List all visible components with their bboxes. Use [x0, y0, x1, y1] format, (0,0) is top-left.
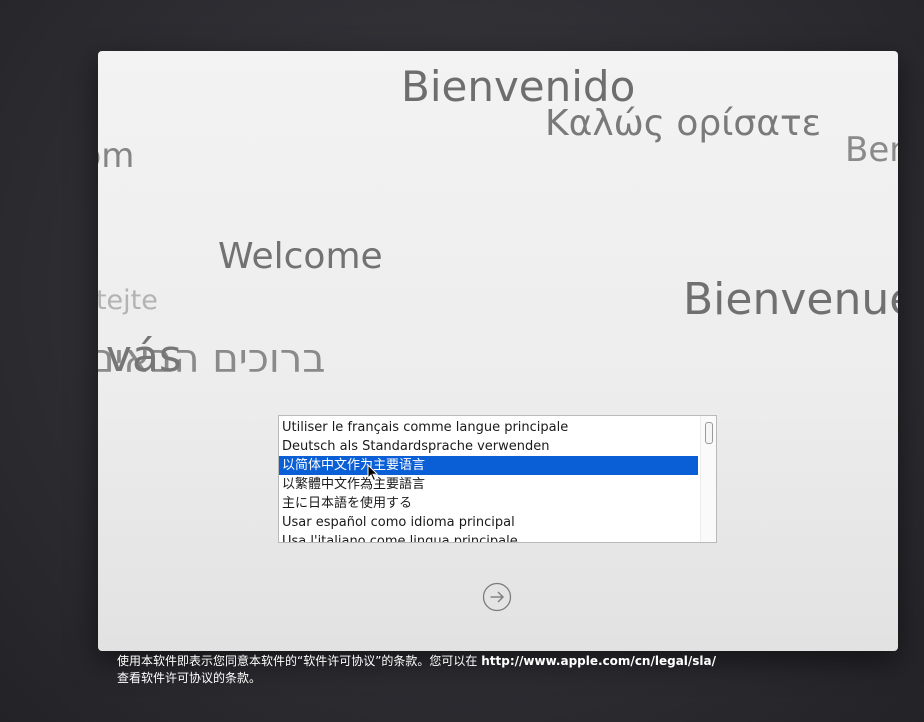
greeting-greek: Καλώς ορίσατε	[545, 103, 822, 144]
arrow-right-circle-icon	[482, 582, 512, 612]
license-url-link[interactable]: http://www.apple.com/cn/legal/sla/	[481, 654, 716, 668]
greeting-czech: Vítejte	[98, 285, 158, 316]
language-item-traditional-chinese[interactable]: 以繁體中文作為主要語言	[279, 475, 698, 494]
next-arrow-button[interactable]	[482, 582, 512, 612]
language-item-simplified-chinese[interactable]: 以简体中文作为主要语言	[279, 456, 698, 475]
language-item-spanish[interactable]: Usar español como idioma principal	[279, 513, 698, 532]
scrollbar-thumb[interactable]	[705, 422, 713, 444]
greeting-hungarian: me vás	[98, 331, 182, 382]
setup-window: Bienvenido Καλώς ορίσατε Ben kom Welcome…	[98, 51, 898, 651]
mouse-pointer-icon	[367, 464, 379, 482]
language-item-french[interactable]: Utiliser le français comme langue princi…	[279, 418, 698, 437]
language-list[interactable]: Utiliser le français comme langue princi…	[278, 415, 717, 543]
greeting-french: Bienvenue	[683, 274, 898, 325]
license-line-1: 使用本软件即表示您同意本软件的“软件许可协议”的条款。您可以在 http://w…	[117, 653, 817, 670]
language-item-italian[interactable]: Usa l'italiano come lingua principale	[279, 532, 698, 542]
license-line-2: 查看软件许可协议的条款。	[117, 671, 262, 685]
greeting-dutch: kom	[98, 136, 135, 176]
greeting-spanish: Bienvenido	[401, 62, 636, 111]
language-item-japanese[interactable]: 主に日本語を使用する	[279, 494, 698, 513]
license-agreement-text: 使用本软件即表示您同意本软件的“软件许可协议”的条款。您可以在 http://w…	[117, 653, 817, 687]
language-list-scrollbar[interactable]	[700, 416, 716, 542]
language-item-german[interactable]: Deutsch als Standardsprache verwenden	[279, 437, 698, 456]
license-text: 使用本软件即表示您同意本软件的“软件许可协议”的条款。您可以在	[117, 654, 482, 668]
desktop: Bienvenido Καλώς ορίσατε Ben kom Welcome…	[0, 0, 924, 722]
greeting-english: Welcome	[218, 236, 383, 277]
greeting-portuguese: Ben	[845, 130, 898, 170]
